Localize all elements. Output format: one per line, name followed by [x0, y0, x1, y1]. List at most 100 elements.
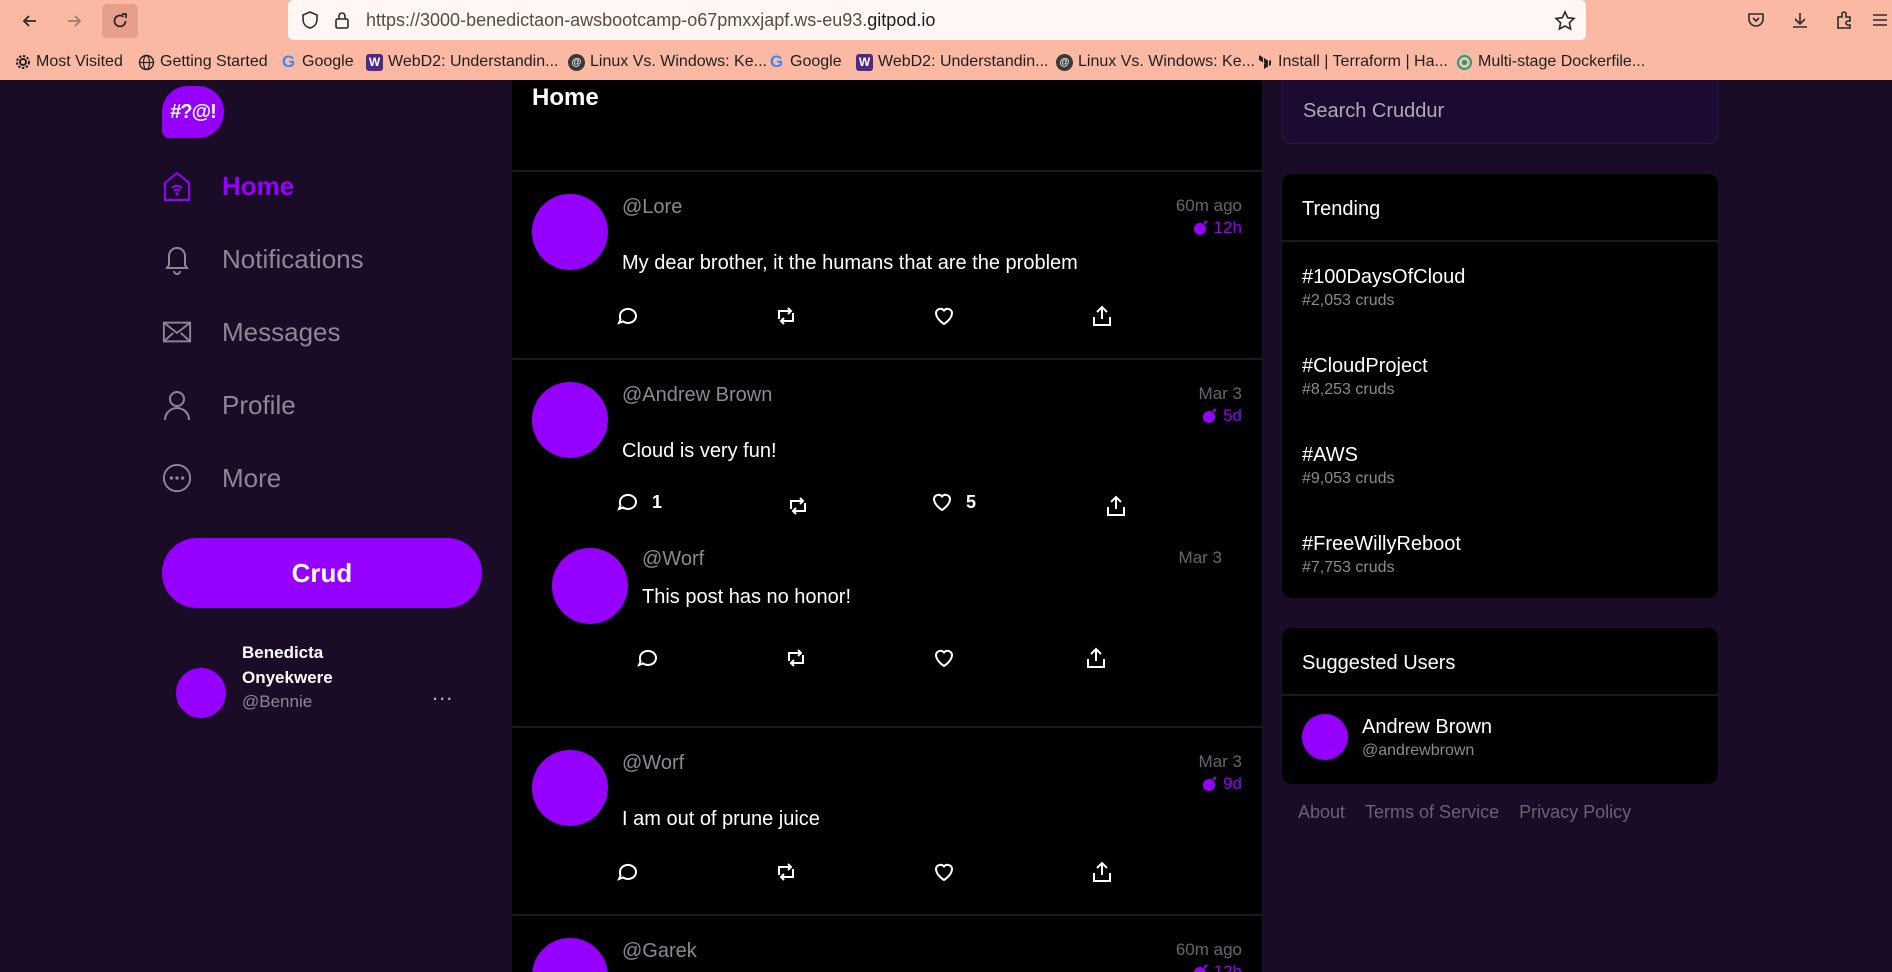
reload-icon [113, 13, 127, 28]
bookmark-item[interactable]: Multi-stage Dockerfile... [1456, 46, 1645, 78]
like-button[interactable]: 5 [930, 490, 976, 514]
heart-icon [934, 649, 954, 668]
activity-message: I am out of prune juice [622, 808, 820, 830]
heart-icon [934, 307, 954, 326]
menu-icon[interactable] [1868, 8, 1892, 32]
activity-item[interactable]: @Garek 60m ago 12h [512, 918, 1262, 972]
trending-item[interactable]: #AWS #9,053 cruds [1302, 444, 1395, 488]
avatar[interactable] [532, 382, 608, 458]
repost-icon [778, 307, 794, 325]
reload-button[interactable] [102, 4, 138, 38]
trending-title: Trending [1282, 174, 1718, 242]
bookmark-label: Google [302, 53, 354, 70]
nav-label: Messages [222, 316, 341, 347]
forward-button[interactable] [56, 4, 92, 38]
bookmark-item[interactable]: Getting Started [138, 46, 268, 78]
url-text[interactable]: https://3000-benedictaon-awsbootcamp-o67… [366, 0, 935, 40]
nav-label: Home [222, 170, 295, 201]
reply-button[interactable] [616, 304, 640, 328]
reply-icon [617, 493, 637, 511]
activity-handle[interactable]: @Worf [642, 548, 704, 571]
reply-icon [637, 649, 657, 667]
share-button[interactable] [1090, 304, 1114, 328]
activity-expires: 9d [1202, 774, 1242, 794]
bookmark-item[interactable]: G Google [280, 46, 354, 78]
trending-item[interactable]: #FreeWillyReboot #7,753 cruds [1302, 533, 1461, 577]
avatar[interactable] [552, 548, 628, 624]
activity-handle[interactable]: @Worf [622, 752, 684, 775]
bookmark-item[interactable]: W WebD2: Understandin... [856, 46, 1048, 78]
like-button[interactable] [932, 646, 956, 670]
bookmark-item[interactable]: @ Linux Vs. Windows: Ke... [568, 46, 767, 78]
back-button[interactable] [12, 4, 48, 38]
repost-button[interactable] [774, 860, 798, 884]
pocket-icon[interactable] [1744, 8, 1768, 32]
extensions-icon[interactable] [1832, 8, 1856, 32]
share-button[interactable] [1104, 494, 1128, 518]
footer-link-privacy[interactable]: Privacy Policy [1519, 802, 1631, 823]
bookmark-item[interactable]: W WebD2: Understandin... [366, 46, 558, 78]
bookmark-star-icon[interactable] [1554, 10, 1576, 37]
repost-button[interactable] [784, 646, 808, 670]
reply-icon [617, 307, 637, 325]
profile-more-button[interactable]: ... [432, 680, 453, 706]
nav-item-profile[interactable]: Profile [162, 380, 296, 430]
home-icon [162, 169, 192, 203]
reply-button[interactable] [616, 860, 640, 884]
activity-item[interactable]: @Andrew Brown Mar 3 5d Cloud is very fun… [512, 362, 1262, 728]
nav-item-messages[interactable]: Messages [162, 307, 341, 357]
bomb-icon [1193, 220, 1208, 235]
bookmark-item[interactable]: Most Visited [14, 46, 123, 78]
avatar[interactable] [532, 938, 608, 972]
bomb-icon [1203, 776, 1217, 791]
activity-item[interactable]: @Worf Mar 3 9d I am out of prune juice [512, 730, 1262, 916]
site-icon: @ [568, 53, 585, 71]
activity-item[interactable]: @Lore 60m ago 12h My dear brother, it th… [512, 174, 1262, 360]
like-button[interactable] [932, 304, 956, 328]
reply-icon [617, 863, 637, 881]
nav-item-more[interactable]: More [162, 453, 281, 503]
reply-item[interactable]: @Worf Mar 3 This post has no honor! [512, 548, 1262, 728]
crud-button[interactable]: Crud [162, 538, 482, 608]
nav-item-home[interactable]: Home [162, 161, 294, 211]
trending-item[interactable]: #100DaysOfCloud #2,053 cruds [1302, 266, 1465, 310]
avatar[interactable] [1302, 714, 1348, 760]
bomb-icon [1203, 408, 1217, 423]
reply-count: 1 [652, 491, 663, 512]
shield-icon[interactable] [300, 10, 320, 35]
expires-label: 5d [1223, 406, 1242, 425]
repost-icon [788, 649, 804, 667]
like-button[interactable] [932, 860, 956, 884]
avatar[interactable] [532, 194, 608, 270]
bookmark-item[interactable]: @ Linux Vs. Windows: Ke... [1056, 46, 1255, 78]
avatar[interactable] [532, 750, 608, 826]
reply-button[interactable] [636, 646, 660, 670]
search-box[interactable] [1282, 80, 1718, 144]
address-bar[interactable]: https://3000-benedictaon-awsbootcamp-o67… [288, 0, 1586, 40]
footer-link-about[interactable]: About [1298, 802, 1345, 823]
nav-label: Notifications [222, 243, 364, 274]
repost-button[interactable] [786, 494, 810, 518]
share-button[interactable] [1090, 860, 1114, 884]
share-button[interactable] [1084, 646, 1108, 670]
repost-button[interactable] [774, 304, 798, 328]
trending-item[interactable]: #CloudProject #8,253 cruds [1302, 355, 1428, 399]
reply-button[interactable]: 1 [616, 490, 662, 514]
lock-icon[interactable] [332, 10, 352, 35]
like-count: 5 [966, 491, 977, 512]
footer-link-terms[interactable]: Terms of Service [1365, 802, 1499, 823]
activity-feed: Home @Lore 60m ago 12h My dear brother, … [512, 80, 1262, 972]
activity-handle[interactable]: @Garek [622, 940, 697, 963]
download-icon[interactable] [1788, 8, 1812, 32]
bookmark-item[interactable]: G Google [768, 46, 842, 78]
nav-item-notifications[interactable]: Notifications [162, 234, 364, 284]
site-icon: @ [1056, 53, 1073, 71]
profile-card[interactable]: Benedicta Onyekwere @Bennie ... [176, 640, 476, 740]
suggested-user[interactable]: Andrew Brown @andrewbrown [1302, 714, 1702, 764]
activity-handle[interactable]: @Andrew Brown [622, 384, 772, 407]
bookmark-item[interactable]: Install | Terraform | Ha... [1256, 46, 1448, 78]
app-logo[interactable]: #?@! [162, 86, 224, 138]
activity-handle[interactable]: @Lore [622, 196, 682, 219]
bookmark-label: Linux Vs. Windows: Ke... [1078, 53, 1255, 70]
search-input[interactable] [1283, 80, 1717, 143]
